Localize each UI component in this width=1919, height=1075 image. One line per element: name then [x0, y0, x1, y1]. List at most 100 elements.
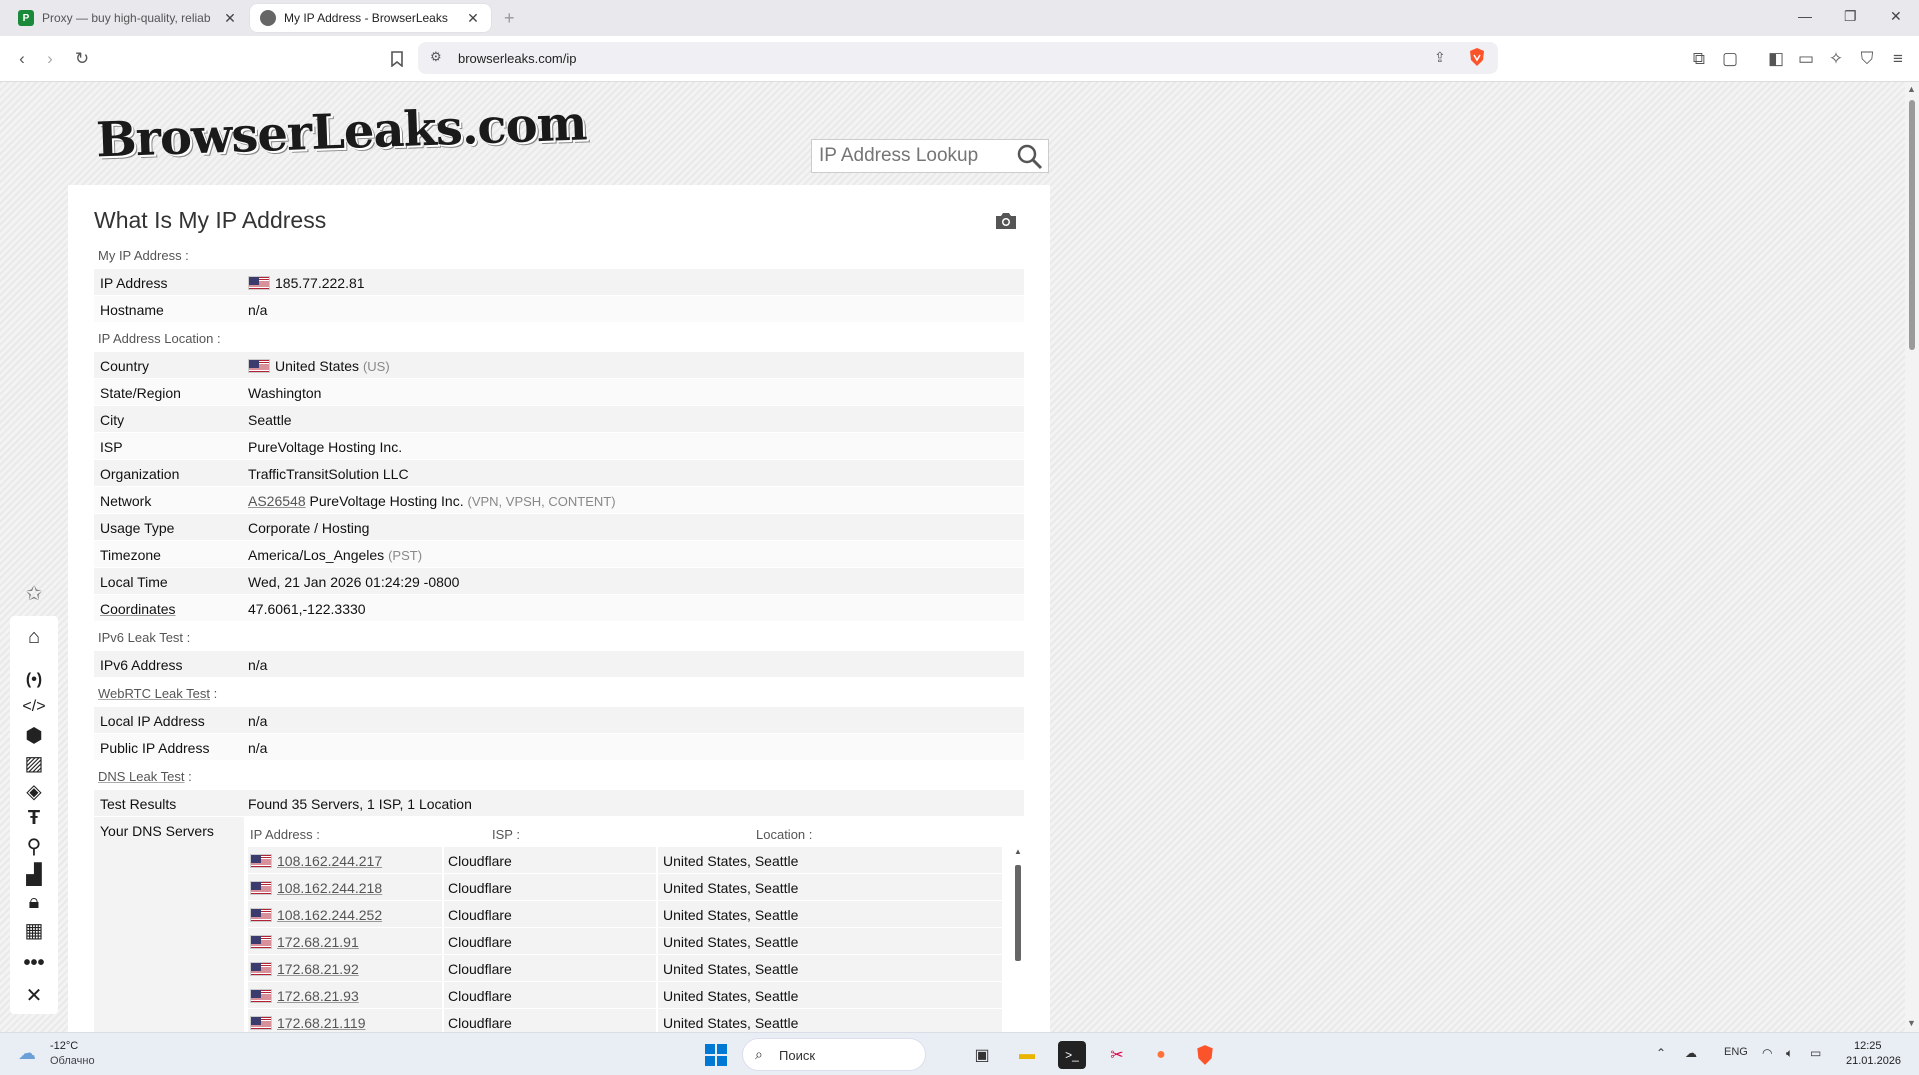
page-scrollbar[interactable]: ▲ ▼ [1905, 82, 1919, 1032]
dns-isp-cell: Cloudflare [448, 880, 512, 896]
clock-date[interactable]: 21.01.2026 [1846, 1055, 1901, 1067]
image-icon[interactable]: ▨ [18, 750, 50, 776]
battery-icon[interactable]: ▭ [1810, 1046, 1821, 1060]
bookmark-icon[interactable] [385, 47, 409, 71]
dns-isp-cell: Cloudflare [448, 907, 512, 923]
camera-icon[interactable] [994, 211, 1018, 231]
scroll-down-icon[interactable]: ▼ [1907, 1018, 1916, 1028]
share-icon[interactable]: ⇪ [1434, 49, 1446, 66]
dns-ip-link[interactable]: 172.68.21.93 [277, 988, 359, 1004]
wallet-icon[interactable]: ▭ [1794, 47, 1818, 71]
dns-server-list[interactable]: 108.162.244.217 Cloudflare United States, … [248, 847, 1018, 1037]
tab-proxy[interactable]: P Proxy — buy high-quality, reliab ✕ [8, 4, 248, 32]
reload-icon[interactable]: ↻ [70, 47, 94, 71]
firewall-icon[interactable]: ▦ [18, 917, 50, 943]
dns-isp-cell: Cloudflare [448, 1015, 512, 1031]
scroll-thumb[interactable] [1015, 865, 1021, 961]
windows-start-icon[interactable] [702, 1041, 730, 1069]
restore-icon[interactable]: ❐ [1844, 8, 1857, 25]
row-value: Seattle [248, 412, 292, 428]
search-icon: ⌕ [755, 1046, 763, 1062]
webrtc-link[interactable]: WebRTC Leak Test [98, 686, 210, 701]
language-indicator[interactable]: ENG [1724, 1046, 1748, 1058]
row-country: Country United States (US) [94, 352, 1024, 378]
onedrive-icon[interactable]: ☁ [1685, 1046, 1697, 1060]
sidebar-toggle-icon[interactable]: ◧ [1764, 47, 1788, 71]
coordinates-link[interactable]: Coordinates [100, 601, 176, 617]
lock-icon[interactable]: 🔒︎ [18, 889, 50, 915]
ip-lookup-search[interactable] [811, 139, 1049, 173]
dns-table-row: 172.68.21.91 Cloudflare United States, Sea… [248, 928, 1018, 955]
row-value: 185.77.222.81 [248, 275, 365, 291]
scroll-thumb[interactable] [1909, 100, 1915, 350]
forward-icon[interactable]: › [38, 47, 62, 71]
tools-icon[interactable]: ✕ [18, 982, 50, 1008]
chrome-icon[interactable]: ⬢ [18, 722, 50, 748]
site-settings-icon[interactable]: ⚙ [430, 49, 442, 65]
dns-ip-link[interactable]: 108.162.244.252 [277, 907, 382, 923]
row-coordinates: Coordinates 47.6061,-122.3330 [94, 595, 1024, 621]
dns-isp-cell: Cloudflare [448, 961, 512, 977]
code-icon[interactable]: </> [18, 694, 50, 720]
brave-taskbar-icon[interactable] [1191, 1041, 1219, 1069]
close-tab-icon[interactable]: ✕ [222, 10, 238, 27]
dns-isp-cell: Cloudflare [448, 988, 512, 1004]
row-value: United States (US) [248, 358, 390, 374]
volume-mute-icon[interactable]: 🔈︎ [1786, 1046, 1793, 1061]
broadcast-icon[interactable]: (•) [18, 667, 50, 693]
tab-search-icon[interactable]: ▢ [1718, 47, 1742, 71]
minimize-icon[interactable]: — [1798, 8, 1812, 24]
snipping-tool-icon[interactable]: ✂ [1103, 1041, 1131, 1069]
dns-ip-link[interactable]: 108.162.244.218 [277, 880, 382, 896]
firefox-icon[interactable]: ● [1147, 1041, 1175, 1069]
back-icon[interactable]: ‹ [10, 47, 34, 71]
ip-lookup-input[interactable] [812, 140, 1012, 172]
clock-time[interactable]: 12:25 [1854, 1040, 1882, 1052]
row-ip-address: IP Address 185.77.222.81 [94, 269, 1024, 295]
leo-ai-icon[interactable]: ✧ [1824, 47, 1848, 71]
tab-browserleaks[interactable]: My IP Address - BrowserLeaks ✕ [250, 4, 491, 32]
chart-icon[interactable]: ▟ [18, 861, 50, 887]
pin-icon[interactable]: ✩ [18, 580, 50, 606]
asn-link[interactable]: AS26548 [248, 493, 306, 509]
dns-ip-link[interactable]: 172.68.21.92 [277, 961, 359, 977]
dns-location-cell: United States, Seattle [663, 961, 799, 977]
more-icon[interactable]: ••• [18, 950, 50, 976]
brave-shields-icon[interactable] [1468, 47, 1486, 70]
new-tab-icon[interactable]: + [504, 8, 515, 29]
menu-icon[interactable]: ≡ [1886, 47, 1910, 71]
vpn-icon[interactable]: ⛉ [1855, 47, 1879, 71]
cube-icon[interactable]: ◈ [18, 778, 50, 804]
close-tab-icon[interactable]: ✕ [465, 10, 481, 27]
file-explorer-icon[interactable]: ▬ [1013, 1041, 1041, 1069]
row-label: Local IP Address [100, 713, 205, 729]
home-icon[interactable]: ⌂ [18, 624, 50, 650]
dns-ip-link[interactable]: 172.68.21.91 [277, 934, 359, 950]
tray-overflow-icon[interactable]: ⌃ [1656, 1046, 1666, 1060]
dns-ip-link[interactable]: 172.68.21.119 [277, 1015, 366, 1031]
country-code: (US) [362, 359, 390, 374]
location-pin-icon[interactable]: ⚲ [18, 833, 50, 859]
terminal-icon[interactable]: >_ [1058, 1041, 1086, 1069]
font-icon[interactable]: Ŧ [18, 805, 50, 831]
address-bar[interactable]: ⚙ browserleaks.com/ip ⇪ [418, 42, 1498, 74]
us-flag-icon [250, 908, 272, 922]
dns-ip-link[interactable]: 108.162.244.217 [277, 853, 382, 869]
scroll-up-icon[interactable]: ▲ [1907, 84, 1916, 94]
col-location-header: Location : [756, 827, 813, 842]
weather-desc[interactable]: Облачно [50, 1055, 95, 1067]
scroll-up-icon[interactable]: ▲ [1014, 847, 1022, 856]
section-my-ip: My IP Address : [98, 248, 189, 263]
url-text[interactable]: browserleaks.com/ip [458, 51, 577, 66]
dns-link[interactable]: DNS Leak Test [98, 769, 184, 784]
wifi-icon[interactable]: ◠ [1762, 1046, 1772, 1060]
task-view-icon[interactable]: ▣ [968, 1041, 996, 1069]
row-isp: ISP PureVoltage Hosting Inc. [94, 433, 1024, 459]
weather-temp[interactable]: -12°C [50, 1040, 78, 1052]
search-icon[interactable] [1016, 143, 1044, 171]
close-window-icon[interactable]: ✕ [1890, 8, 1902, 25]
weather-icon[interactable]: ☁ [18, 1043, 36, 1064]
taskbar-search[interactable]: ⌕ Поиск [742, 1038, 926, 1071]
dns-list-scrollbar[interactable]: ▲ [1012, 847, 1024, 1037]
extensions-icon[interactable]: ⧉ [1687, 47, 1711, 71]
